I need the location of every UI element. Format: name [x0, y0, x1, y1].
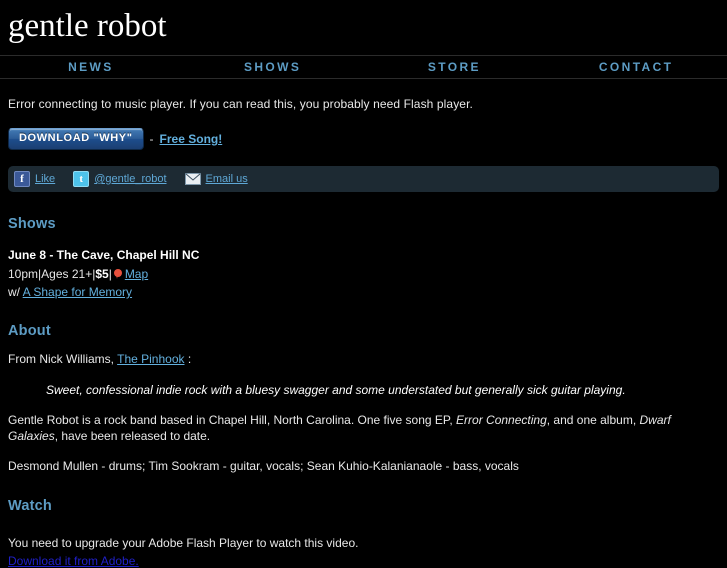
watch-heading: Watch	[8, 498, 52, 514]
download-row: DOWNLOAD "WHY" - Free Song!	[8, 128, 719, 150]
map-pin-icon	[113, 268, 122, 280]
about-bio: Gentle Robot is a rock band based in Cha…	[8, 412, 719, 444]
map-link[interactable]: Map	[125, 267, 148, 281]
social-bar: f Like t @gentle_robot Email us	[8, 166, 719, 192]
facebook-like-link[interactable]: f Like	[14, 171, 55, 187]
about-source-line: From Nick Williams, The Pinhook :	[8, 351, 719, 367]
twitter-handle-link[interactable]: t @gentle_robot	[73, 171, 167, 187]
twitter-icon: t	[73, 171, 90, 187]
show-ages: Ages 21+	[41, 267, 93, 281]
download-why-button[interactable]: DOWNLOAD "WHY"	[8, 128, 144, 150]
facebook-icon: f	[14, 171, 30, 187]
show-details: 10pm | Ages 21+ | $5 | Map	[8, 267, 719, 281]
twitter-label: @gentle_robot	[94, 173, 167, 185]
bio-text-2: , and one album,	[546, 413, 640, 427]
about-source-prefix: From Nick Williams,	[8, 352, 118, 366]
bio-text-3: , have been released to date.	[54, 429, 211, 443]
music-player-error: Error connecting to music player. If you…	[8, 97, 473, 111]
bio-text-1: Gentle Robot is a rock band based in Cha…	[8, 413, 457, 427]
show-title: June 8 - The Cave, Chapel Hill NC	[8, 248, 200, 262]
show-support-prefix: w/	[8, 285, 23, 299]
bio-ep-title: Error Connecting	[456, 413, 547, 427]
page-content: Error connecting to music player. If you…	[0, 79, 727, 150]
about-quote: Sweet, confessional indie rock with a bl…	[46, 383, 626, 397]
envelope-icon	[184, 173, 201, 185]
nav-item-store[interactable]: STORE	[364, 60, 546, 74]
free-song-link[interactable]: Free Song!	[160, 132, 223, 146]
show-sep-3: |	[108, 267, 112, 281]
shows-heading: Shows	[8, 216, 56, 232]
email-us-link[interactable]: Email us	[184, 173, 248, 185]
flash-upgrade-note: You need to upgrade your Adobe Flash Pla…	[8, 536, 359, 550]
site-logo: gentle robot	[8, 8, 167, 44]
download-separator: -	[149, 132, 154, 146]
band-members: Desmond Mullen - drums; Tim Sookram - gu…	[8, 459, 519, 473]
about-heading: About	[8, 323, 51, 339]
email-label: Email us	[205, 173, 248, 185]
show-price: $5	[95, 267, 109, 281]
about-source-suffix: :	[184, 352, 192, 366]
support-act-link[interactable]: A Shape for Memory	[23, 285, 132, 299]
nav-item-news[interactable]: NEWS	[0, 60, 182, 74]
main-navigation: NEWS SHOWS STORE CONTACT	[0, 55, 727, 79]
pinhook-link[interactable]: The Pinhook	[117, 352, 184, 366]
page-content-lower: Shows June 8 - The Cave, Chapel Hill NC …	[0, 216, 727, 568]
adobe-download-link[interactable]: Download it from Adobe.	[8, 554, 719, 568]
nav-item-shows[interactable]: SHOWS	[182, 60, 364, 74]
page-root: gentle robot NEWS SHOWS STORE CONTACT Er…	[0, 0, 727, 568]
show-time: 10pm	[8, 267, 39, 281]
facebook-label: Like	[35, 173, 56, 185]
show-support: w/ A Shape for Memory	[8, 285, 719, 299]
nav-item-contact[interactable]: CONTACT	[545, 60, 727, 74]
